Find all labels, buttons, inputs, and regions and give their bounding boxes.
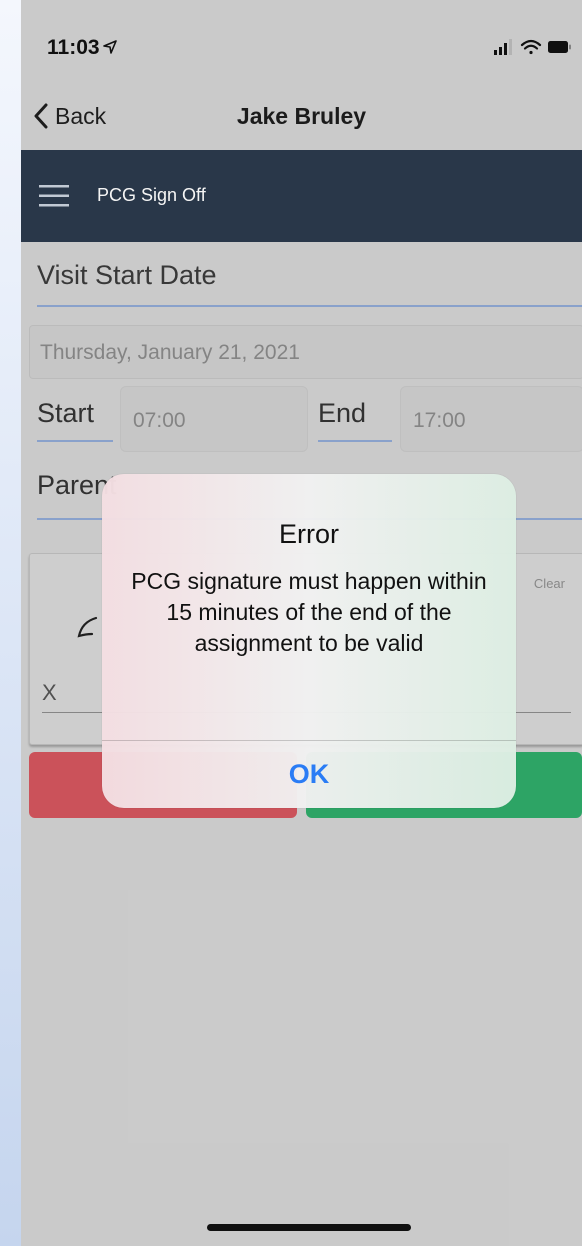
phone-screen: 11:03 Back Jake Bruley PCG Sign Off Visi… bbox=[21, 0, 582, 1246]
ok-button[interactable]: OK bbox=[102, 741, 516, 808]
alert-message: PCG signature must happen within 15 minu… bbox=[131, 568, 487, 656]
error-alert-dialog: Error PCG signature must happen within 1… bbox=[102, 474, 516, 808]
alert-title: Error bbox=[279, 519, 339, 549]
